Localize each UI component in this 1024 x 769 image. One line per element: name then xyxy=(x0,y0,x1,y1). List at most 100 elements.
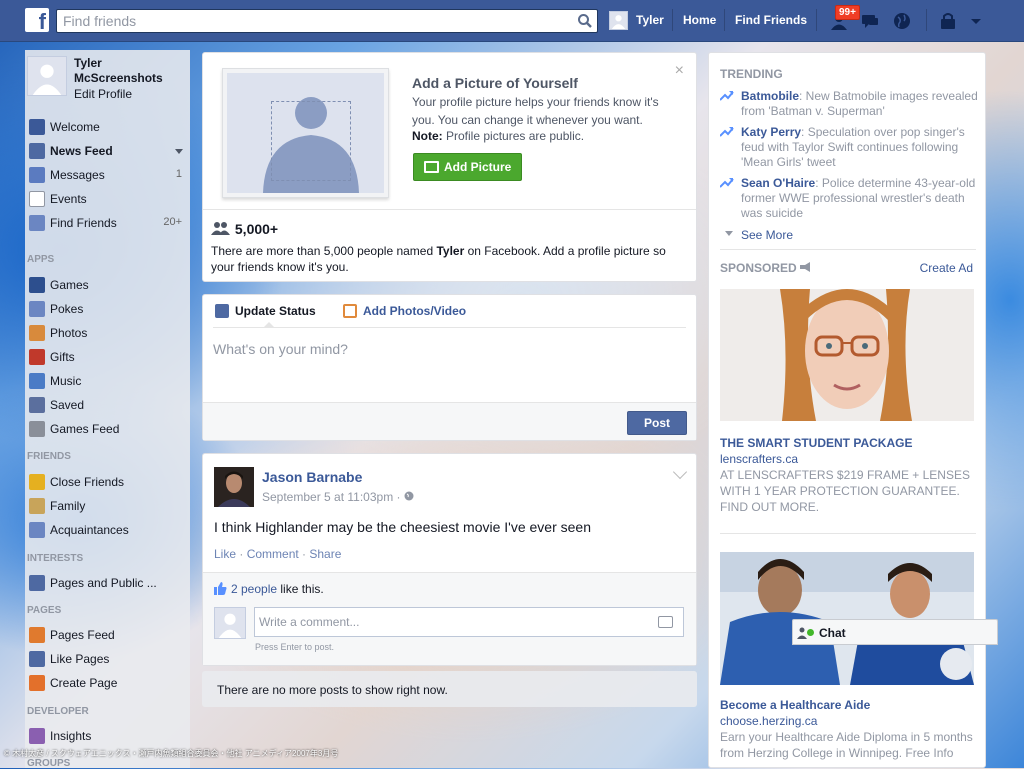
sidebar-item-events[interactable]: Events xyxy=(25,187,190,211)
games-feed-icon xyxy=(29,421,45,437)
tab-update-status[interactable]: Update Status xyxy=(215,304,316,318)
search-box[interactable] xyxy=(56,9,598,33)
profile-link[interactable]: Tyler xyxy=(636,13,664,27)
sidebar-item-saved[interactable]: Saved xyxy=(25,393,190,417)
divider xyxy=(720,533,976,534)
user-avatar[interactable] xyxy=(609,11,628,30)
separator xyxy=(926,9,927,31)
sidebar-item-pokes[interactable]: Pokes xyxy=(25,297,190,321)
trending-topic[interactable]: Batmobile xyxy=(741,89,799,103)
sidebar-item-label: Like Pages xyxy=(50,652,110,666)
sidebar-item-music[interactable]: Music xyxy=(25,369,190,393)
profile-summary: Tyler McScreenshots Edit Profile xyxy=(25,50,190,110)
note-text: Profile pictures are public. xyxy=(442,129,585,143)
sidebar-item-find-friends[interactable]: Find Friends 20+ xyxy=(25,211,190,235)
sidebar-item-label: Family xyxy=(50,499,86,513)
prompt-note: Note: Profile pictures are public. xyxy=(412,129,584,143)
home-link[interactable]: Home xyxy=(683,13,716,27)
nav-heading-pages[interactable]: PAGES xyxy=(27,605,61,616)
nav-heading-friends[interactable]: FRIENDS xyxy=(27,451,71,462)
profile-picture-prompt: Add a Picture of Yourself Your profile p… xyxy=(202,52,697,282)
messages-icon xyxy=(29,167,45,183)
ad-title[interactable]: THE SMART STUDENT PACKAGE xyxy=(720,436,912,450)
comment-input[interactable] xyxy=(254,607,684,637)
share-link[interactable]: Share xyxy=(309,547,341,561)
tab-add-photos[interactable]: Add Photos/Video xyxy=(343,304,466,318)
sidebar-item-insights[interactable]: Insights xyxy=(25,724,190,748)
nav-heading-interests[interactable]: INTERESTS xyxy=(27,553,83,564)
ad-body: Earn your Healthcare Aide Diploma in 5 m… xyxy=(720,730,973,760)
sidebar-item-games-feed[interactable]: Games Feed xyxy=(25,417,190,441)
sidebar-item-pages-and-public[interactable]: Pages and Public ... xyxy=(25,571,190,595)
sidebar-item-label: Welcome xyxy=(50,120,100,134)
sidebar-item-close-friends[interactable]: Close Friends xyxy=(25,470,190,494)
add-picture-button[interactable]: Add Picture xyxy=(413,153,522,181)
nav-heading-apps[interactable]: APPS xyxy=(27,254,54,265)
post-button[interactable]: Post xyxy=(627,411,687,435)
sidebar-item-photos[interactable]: Photos xyxy=(25,321,190,345)
music-icon xyxy=(29,373,45,389)
sidebar-item-label: Create Page xyxy=(50,676,118,690)
find-friends-link[interactable]: Find Friends xyxy=(735,13,807,27)
profile-name[interactable]: Tyler McScreenshots xyxy=(74,56,184,86)
action-separator: · xyxy=(298,547,310,561)
facebook-logo[interactable]: f xyxy=(25,8,49,32)
sidebar-item-acquaintances[interactable]: Acquaintances xyxy=(25,518,190,542)
privacy-shortcuts-icon[interactable] xyxy=(938,11,958,31)
placeholder-image xyxy=(227,73,384,193)
ad-image-lenscrafters[interactable] xyxy=(720,289,974,421)
chevron-down-icon[interactable] xyxy=(175,149,183,154)
create-ad-link[interactable]: Create Ad xyxy=(920,261,973,275)
trending-item[interactable]: Sean O'Haire: Police determine 43-year-o… xyxy=(720,176,980,221)
sidebar-item-welcome[interactable]: Welcome xyxy=(25,115,190,139)
background-copyright: © 木村太彦 / スクウェアエニックス・瀬戸内魚類組合委員会・他社 アニメディア… xyxy=(4,749,339,758)
trending-topic[interactable]: Sean O'Haire xyxy=(741,176,815,190)
edit-profile-link[interactable]: Edit Profile xyxy=(74,87,132,101)
likes-summary: 2 people like this. xyxy=(214,582,324,596)
profile-picture-placeholder[interactable] xyxy=(222,68,389,198)
sidebar-item-news-feed[interactable]: News Feed xyxy=(25,139,190,163)
search-input[interactable] xyxy=(57,10,567,32)
megaphone-icon xyxy=(29,627,45,643)
status-input[interactable] xyxy=(213,341,683,381)
attach-photo-camera-icon[interactable] xyxy=(658,616,673,628)
privacy-separator: · xyxy=(393,490,404,504)
notifications-globe-icon[interactable] xyxy=(892,11,912,31)
story-text: I think Highlander may be the cheesiest … xyxy=(214,519,591,535)
author-name[interactable]: Jason Barnabe xyxy=(262,469,362,485)
sidebar-item-messages[interactable]: Messages 1 xyxy=(25,163,190,187)
story-options-chevron-icon[interactable] xyxy=(672,464,688,480)
sidebar-item-family[interactable]: Family xyxy=(25,494,190,518)
ad-title[interactable]: Become a Healthcare Aide xyxy=(720,698,870,712)
sidebar-item-create-page[interactable]: Create Page xyxy=(25,671,190,695)
profile-picture[interactable] xyxy=(27,56,67,96)
sidebar-item-games[interactable]: Games xyxy=(25,273,190,297)
see-more-link[interactable]: See More xyxy=(741,228,793,242)
close-icon[interactable]: × xyxy=(675,63,684,79)
author-avatar[interactable] xyxy=(214,467,254,507)
trending-item[interactable]: Katy Perry: Speculation over pop singer'… xyxy=(720,125,980,170)
search-icon[interactable] xyxy=(577,13,593,29)
trending-item[interactable]: Batmobile: New Batmobile images revealed… xyxy=(720,89,980,119)
public-globe-icon[interactable] xyxy=(404,491,414,501)
sidebar-item-gifts[interactable]: Gifts xyxy=(25,345,190,369)
like-link[interactable]: Like xyxy=(214,547,236,561)
top-bar: f Tyler Home Find Friends 99+ xyxy=(0,0,1024,42)
sidebar-item-pages-feed[interactable]: Pages Feed xyxy=(25,623,190,647)
count-desc-1: There are more than 5,000 people named xyxy=(211,244,437,258)
trending-topic[interactable]: Katy Perry xyxy=(741,125,801,139)
sidebar-item-like-pages[interactable]: Like Pages xyxy=(25,647,190,671)
comment-link[interactable]: Comment xyxy=(247,547,299,561)
messages-icon[interactable] xyxy=(860,11,880,31)
chat-sidebar-toggle[interactable]: Chat xyxy=(792,619,998,645)
house-icon xyxy=(29,498,45,514)
count-value: 5,000+ xyxy=(234,221,279,237)
ad-domain[interactable]: choose.herzing.ca xyxy=(720,714,817,728)
story-timestamp[interactable]: September 5 at 11:03pm · xyxy=(262,490,414,504)
nav-heading-developer[interactable]: DEVELOPER xyxy=(27,706,89,717)
account-settings-chevron-down-icon[interactable] xyxy=(966,11,986,31)
ad-domain[interactable]: lenscrafters.ca xyxy=(720,452,798,466)
gifts-icon xyxy=(29,349,45,365)
nav-heading-groups[interactable]: GROUPS xyxy=(27,758,70,769)
likers-link[interactable]: 2 people xyxy=(231,582,277,596)
